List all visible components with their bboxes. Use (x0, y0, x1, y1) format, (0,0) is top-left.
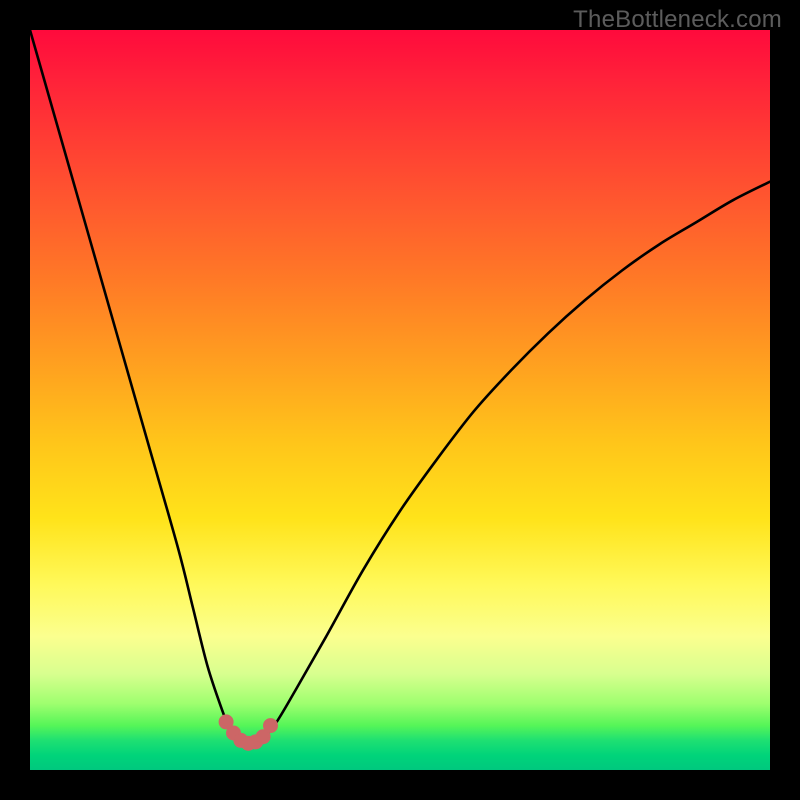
bottleneck-curve (30, 30, 770, 745)
watermark-text: TheBottleneck.com (573, 6, 782, 34)
cusp-marker-group (219, 715, 277, 750)
chart-svg (30, 30, 770, 770)
chart-frame: TheBottleneck.com (0, 0, 800, 800)
cusp-marker (264, 719, 278, 733)
chart-plot-area (30, 30, 770, 770)
